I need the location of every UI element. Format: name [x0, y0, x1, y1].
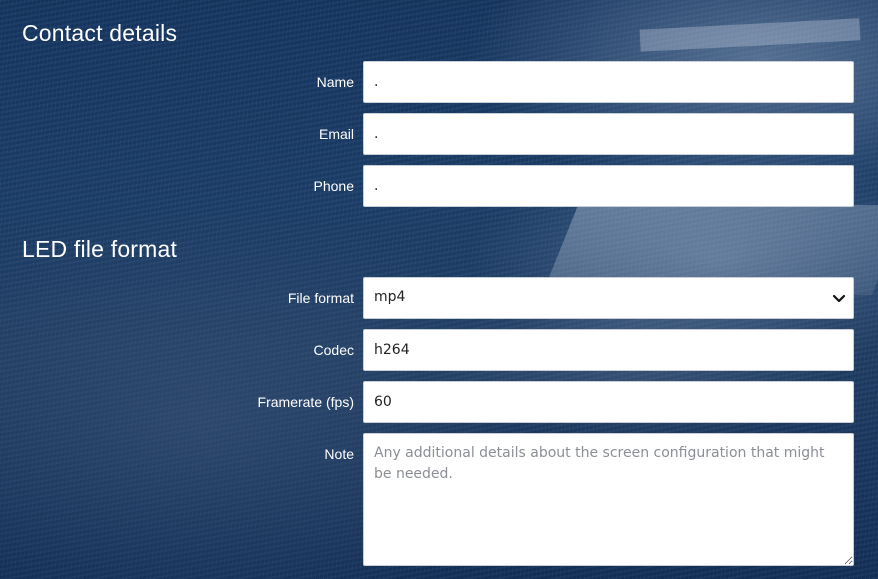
- note-textarea[interactable]: [363, 433, 854, 566]
- led-file-format-heading: LED file format: [22, 236, 178, 262]
- note-label: Note: [324, 446, 354, 462]
- phone-label: Phone: [313, 178, 354, 194]
- codec-field[interactable]: [363, 329, 854, 371]
- framerate-label: Framerate (fps): [257, 394, 354, 410]
- chevron-down-icon[interactable]: [831, 290, 847, 306]
- file-format-label: File format: [287, 290, 354, 306]
- codec-label: Codec: [313, 342, 354, 358]
- file-format-select[interactable]: mp4: [363, 277, 854, 319]
- framerate-field[interactable]: [363, 381, 854, 423]
- phone-field[interactable]: [363, 165, 854, 207]
- file-format-selected-value: mp4: [374, 289, 406, 305]
- contact-details-heading: Contact details: [22, 20, 178, 46]
- email-field[interactable]: [363, 113, 854, 155]
- name-label: Name: [316, 74, 354, 90]
- email-label: Email: [318, 126, 354, 142]
- name-field[interactable]: [363, 61, 854, 103]
